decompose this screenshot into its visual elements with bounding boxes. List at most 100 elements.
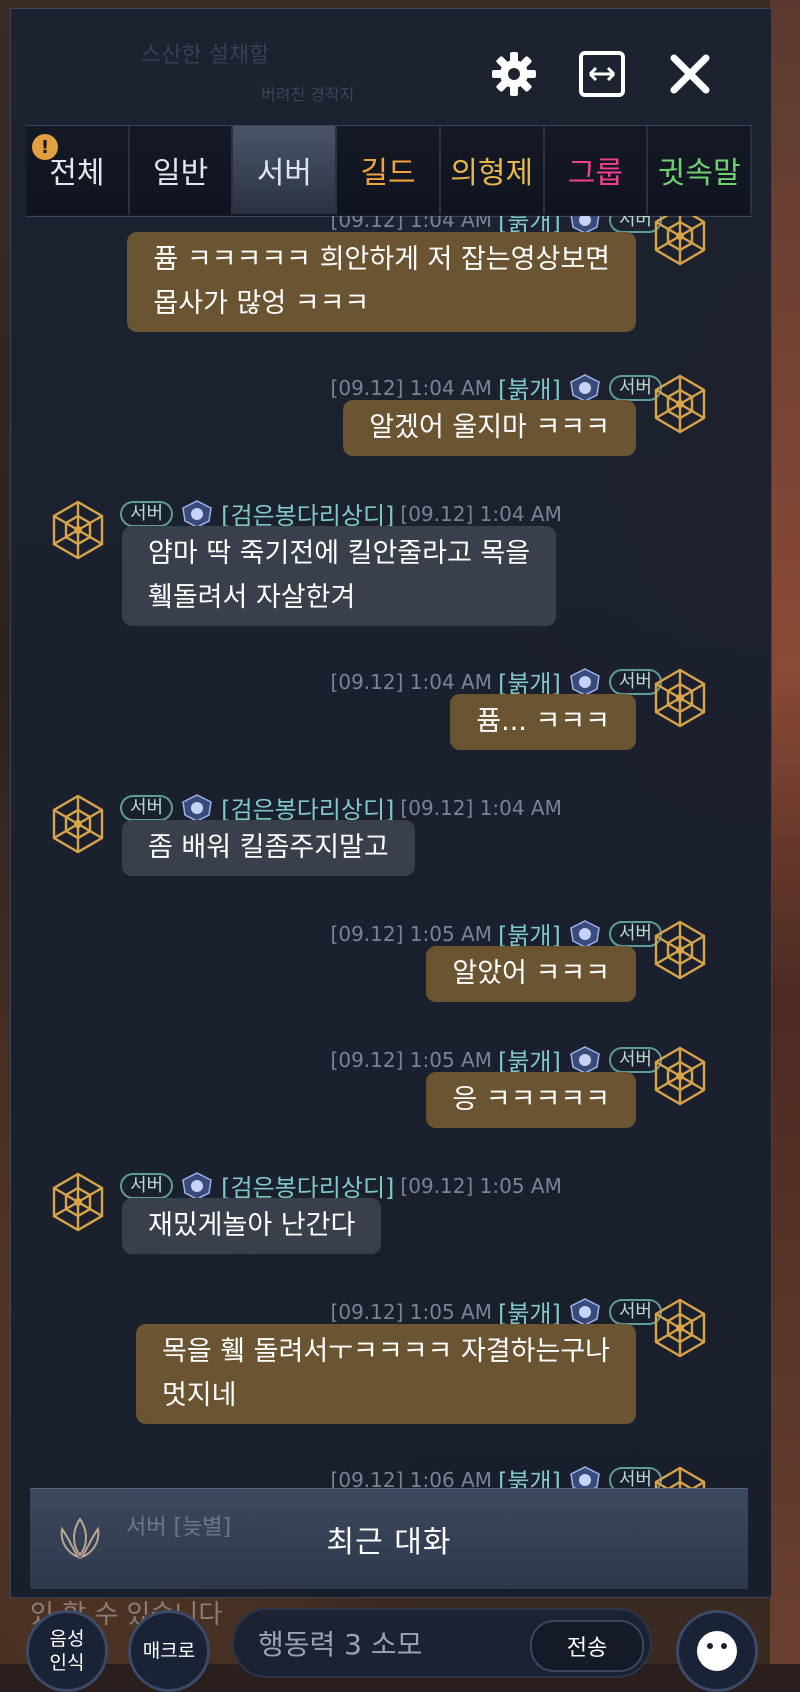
chat-message[interactable]: [09.12] 1:04 AM [붉개] 서버 퓸 ㅋㅋㅋㅋㅋ 희안하게 저 잡는영상…	[26, 216, 752, 348]
tab-label: 의형제	[450, 156, 534, 191]
message-timestamp: [09.12] 1:05 AM	[330, 921, 492, 946]
guild-emblem-icon	[567, 373, 603, 403]
message-timestamp: [09.12] 1:05 AM	[330, 1047, 492, 1072]
chat-message[interactable]: 서버 [검은봉다리상디] [09.12] 1:04 AM 좀 배워 킬좀주지말고	[26, 790, 752, 892]
chat-message[interactable]: [09.12] 1:04 AM [붉개] 서버 퓸... ㅋㅋㅋ	[26, 664, 752, 766]
background-location: 버려진 경작지	[261, 85, 355, 104]
message-text-line: 퓸 ㅋㅋㅋㅋㅋ 희안하게 저 잡는영상보면	[153, 244, 610, 275]
tab-0[interactable]: ! 전체	[26, 126, 130, 214]
chat-message[interactable]: [09.12] 1:05 AM [붉개] 서버 알았어 ㅋㅋㅋ	[26, 916, 752, 1018]
message-timestamp: [09.12] 1:05 AM	[400, 1173, 562, 1198]
chat-message[interactable]: [09.12] 1:05 AM [붉개] 서버 목을 휔 돌려서ㅜㅋㅋㅋㅋ 자결하는구…	[26, 1294, 752, 1440]
expand-horizontal-icon[interactable]	[577, 49, 627, 99]
tab-label: 전체	[49, 156, 105, 191]
character-avatar-icon[interactable]	[648, 1296, 712, 1360]
emoticon-button[interactable]	[676, 1610, 758, 1692]
guild-emblem-icon	[179, 793, 215, 823]
character-avatar-icon[interactable]	[46, 498, 110, 562]
close-icon[interactable]	[665, 49, 715, 99]
tab-label: 서버	[256, 156, 312, 191]
tab-2[interactable]: 서버	[233, 126, 338, 214]
recent-ghost-text: 서버 [늦별]	[126, 1509, 231, 1541]
gear-icon[interactable]	[489, 49, 539, 99]
character-avatar-icon[interactable]	[648, 1044, 712, 1108]
message-bubble[interactable]: 응 ㅋㅋㅋㅋㅋ	[426, 1072, 636, 1128]
message-text-line: 몹사가 많엉 ㅋㅋㅋ	[153, 288, 370, 319]
character-avatar-icon[interactable]	[648, 918, 712, 982]
tab-4[interactable]: 의형제	[440, 126, 545, 214]
chat-channel-tabs: ! 전체 일반 서버 길드 의형제 그룹 귓속말	[26, 125, 753, 217]
recent-ghost-tag: 서버	[126, 1515, 167, 1540]
tab-5[interactable]: 그룹	[544, 126, 649, 214]
emoticon-icon	[697, 1631, 737, 1671]
message-timestamp: [09.12] 1:04 AM	[400, 501, 562, 526]
chat-message[interactable]: [09.12] 1:06 AM[붉개]서버저투한테 죽을까바 목을 휔~ 이야 …	[26, 1462, 752, 1488]
server-tag: 서버	[120, 794, 174, 821]
message-timestamp: [09.12] 1:04 AM	[330, 669, 492, 694]
message-text-line: 응 ㅋㅋㅋㅋㅋ	[452, 1084, 610, 1115]
message-list[interactable]: [09.12] 1:04 AM [붉개] 서버 퓸 ㅋㅋㅋㅋㅋ 희안하게 저 잡는영상…	[26, 216, 752, 1488]
chat-message[interactable]: 서버 [검은봉다리상디] [09.12] 1:04 AM 얌마 딱 죽기전에 킬안줄라…	[26, 496, 752, 642]
message-timestamp: [09.12] 1:04 AM	[330, 375, 492, 400]
tab-label: 길드	[360, 156, 416, 191]
message-text-line: 좀 배워 킬좀주지말고	[148, 832, 389, 863]
tab-3[interactable]: 길드	[337, 126, 441, 214]
notification-badge: !	[32, 134, 58, 160]
panel-toolbar	[489, 49, 715, 99]
character-avatar-icon[interactable]	[648, 1464, 712, 1488]
message-bubble[interactable]: 알았어 ㅋㅋㅋ	[426, 946, 636, 1002]
recent-conversation-bar[interactable]: 서버 [늦별] 최근 대화	[30, 1488, 748, 1589]
sender-nickname[interactable]: [붉개]	[498, 1462, 561, 1488]
chat-message[interactable]: [09.12] 1:04 AM [붉개] 서버 알겠어 울지마 ㅋㅋㅋ	[26, 370, 752, 472]
message-meta: [09.12] 1:06 AM [붉개] 서버	[331, 1462, 662, 1488]
guild-emblem-icon	[567, 1297, 603, 1327]
background-quest-title: 스산한 설채할	[141, 43, 270, 68]
lotus-icon	[60, 1517, 100, 1560]
character-avatar-icon[interactable]	[648, 372, 712, 436]
guild-emblem-icon	[567, 1045, 603, 1075]
message-bubble[interactable]: 재밌게놀아 난간다	[122, 1198, 382, 1254]
tab-label: 귓속말	[657, 156, 741, 191]
message-text-line: 알았어 ㅋㅋㅋ	[452, 958, 610, 989]
guild-emblem-icon	[567, 667, 603, 697]
message-bubble[interactable]: 얌마 딱 죽기전에 킬안줄라고 목을휔돌려서 자살한겨	[122, 526, 557, 626]
message-text-line: 멋지네	[161, 1380, 237, 1411]
message-timestamp: [09.12] 1:04 AM	[400, 795, 562, 820]
message-timestamp: [09.12] 1:05 AM	[330, 1299, 492, 1324]
message-text-line: 알겠어 울지마 ㅋㅋㅋ	[369, 412, 610, 443]
tab-1[interactable]: 일반	[129, 126, 234, 214]
server-tag: 서버	[120, 1172, 174, 1199]
message-timestamp: [09.12] 1:06 AM	[330, 1467, 492, 1489]
recent-conversation-label: 최근 대화	[326, 1525, 452, 1560]
game-background-edge	[770, 0, 800, 1664]
chat-message[interactable]: [09.12] 1:05 AM [붉개] 서버 응 ㅋㅋㅋㅋㅋ	[26, 1042, 752, 1144]
character-avatar-icon[interactable]	[46, 792, 110, 856]
voice-input-button[interactable]: 음성 인식	[26, 1610, 108, 1692]
send-button[interactable]: 전송	[530, 1620, 644, 1672]
message-text-line: 퓸... ㅋㅋㅋ	[476, 706, 610, 737]
guild-emblem-icon	[567, 1465, 603, 1488]
message-timestamp: [09.12] 1:04 AM	[330, 216, 492, 232]
character-avatar-icon[interactable]	[648, 216, 712, 268]
bottom-input-bar: 있 할 수 있습니다 음성 인식 매크로 행동력 3 소모 전송	[0, 1598, 800, 1692]
tab-6[interactable]: 귓속말	[648, 126, 753, 214]
guild-emblem-icon	[179, 499, 215, 529]
recent-ghost-nick: [늦별]	[173, 1515, 232, 1540]
message-text-line: 휔돌려서 자살한겨	[148, 582, 356, 613]
message-bubble[interactable]: 알겠어 울지마 ㅋㅋㅋ	[343, 400, 636, 456]
message-text-line: 재밌게놀아 난간다	[148, 1210, 356, 1241]
character-avatar-icon[interactable]	[648, 666, 712, 730]
message-bubble[interactable]: 퓸... ㅋㅋㅋ	[450, 694, 636, 750]
message-bubble[interactable]: 좀 배워 킬좀주지말고	[122, 820, 415, 876]
character-avatar-icon[interactable]	[46, 1170, 110, 1234]
chat-message[interactable]: 서버 [검은봉다리상디] [09.12] 1:05 AM 재밌게놀아 난간다	[26, 1168, 752, 1270]
tab-label: 일반	[152, 156, 209, 191]
message-bubble[interactable]: 목을 휔 돌려서ㅜㅋㅋㅋㅋ 자결하는구나멋지네	[135, 1324, 636, 1424]
guild-emblem-icon	[179, 1171, 215, 1201]
message-text-line: 얌마 딱 죽기전에 킬안줄라고 목을	[148, 538, 531, 569]
message-text-line: 목을 휔 돌려서ㅜㅋㅋㅋㅋ 자결하는구나	[161, 1336, 610, 1367]
guild-emblem-icon	[567, 919, 603, 949]
message-bubble[interactable]: 퓸 ㅋㅋㅋㅋㅋ 희안하게 저 잡는영상보면몹사가 많엉 ㅋㅋㅋ	[127, 232, 636, 332]
server-tag: 서버	[120, 500, 174, 527]
macro-button[interactable]: 매크로	[128, 1610, 210, 1692]
